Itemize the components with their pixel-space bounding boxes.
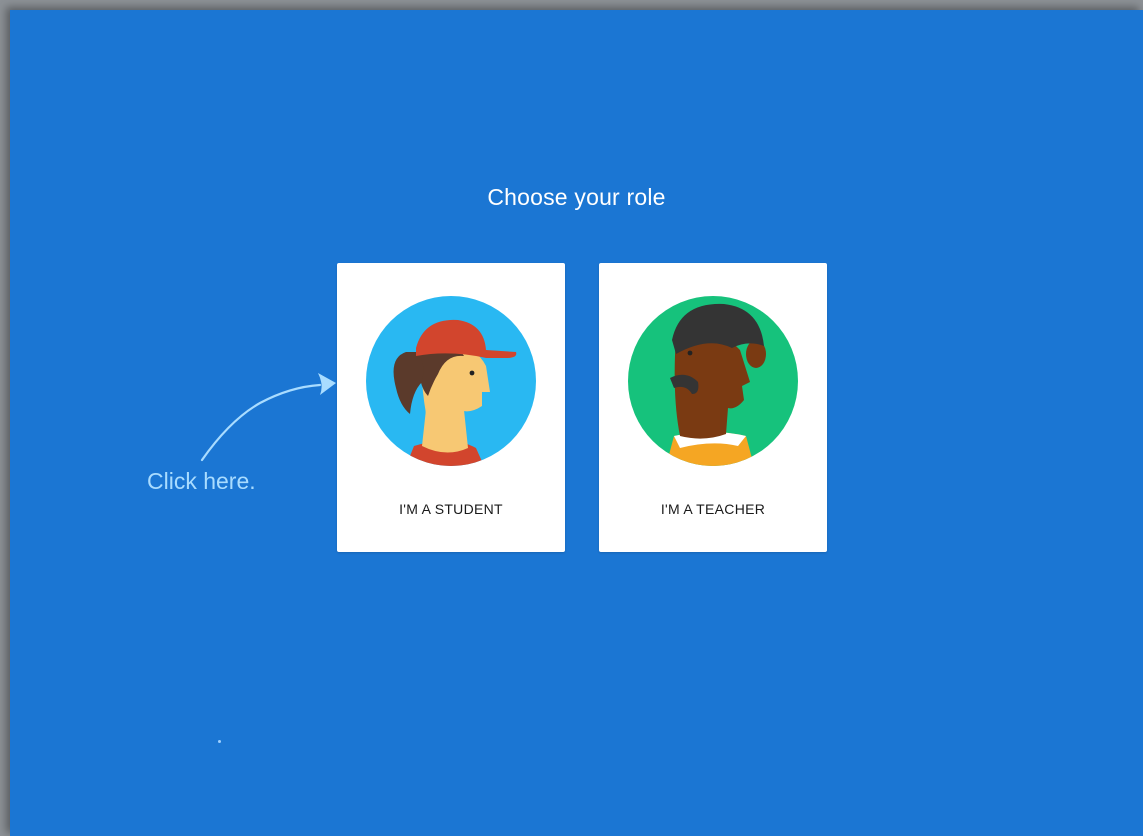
student-role-label: I'M A STUDENT [399, 501, 503, 517]
student-avatar-icon [366, 296, 536, 466]
page-title: Choose your role [487, 184, 666, 210]
stray-dot [218, 740, 221, 743]
annotation-arrow-icon [200, 373, 336, 462]
teacher-role-card[interactable]: I'M A TEACHER [599, 263, 827, 552]
role-selection-screen: Choose your role I'M A STUDENT I'M A TEA… [10, 10, 1143, 836]
teacher-avatar-icon [628, 296, 798, 466]
teacher-role-label: I'M A TEACHER [660, 501, 766, 517]
annotation-text: Click here. [147, 468, 256, 494]
student-role-card[interactable]: I'M A STUDENT [337, 263, 565, 552]
